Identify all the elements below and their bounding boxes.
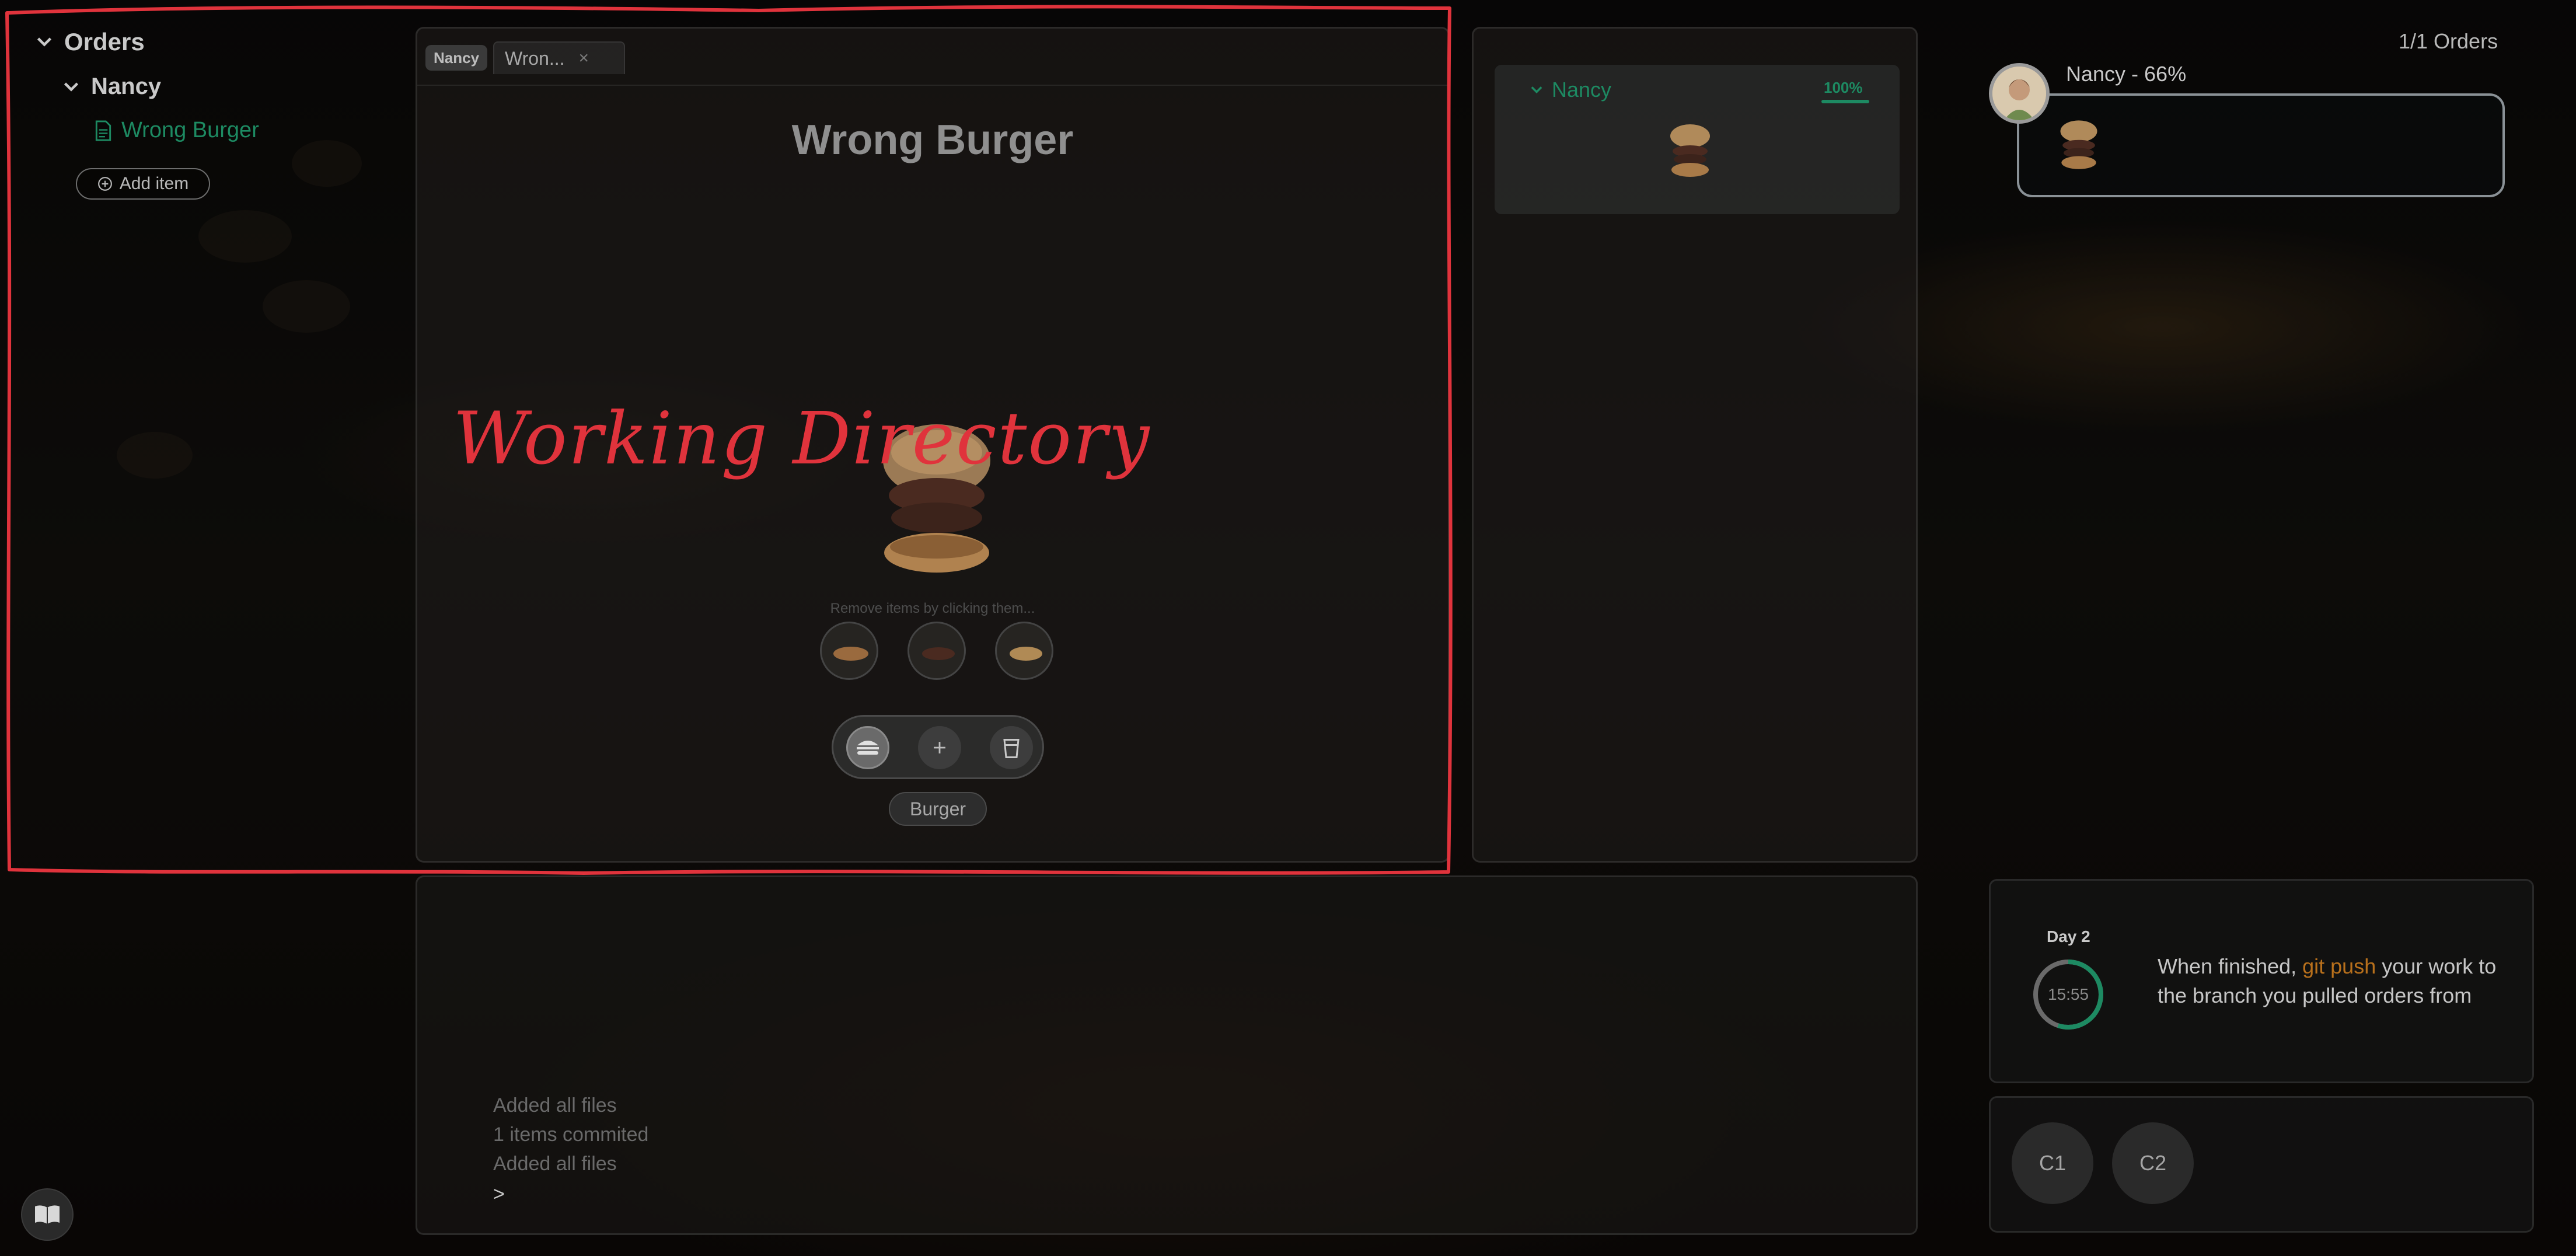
burger-thumbnail xyxy=(2060,120,2097,169)
customer-tag: Nancy xyxy=(425,45,488,71)
ingredient-button-bottom-bun[interactable] xyxy=(820,622,878,680)
category-label: Burger xyxy=(889,792,987,826)
instruction-text: When finished, git push your work to the… xyxy=(2158,952,2525,1010)
chevron-down-icon xyxy=(37,37,52,47)
bun-icon xyxy=(1010,647,1042,661)
commit-node[interactable]: C1 xyxy=(2012,1122,2093,1204)
file-icon xyxy=(95,120,111,141)
burger-category-button[interactable] xyxy=(846,726,889,769)
chevron-down-icon xyxy=(1531,86,1542,93)
tree-item-nancy[interactable]: Nancy xyxy=(61,74,161,100)
staged-progress-bar xyxy=(1821,100,1869,103)
chevron-down-icon xyxy=(64,82,79,92)
staged-customer-label: Nancy xyxy=(1552,78,1612,102)
orders-count: 1/1 Orders xyxy=(2399,29,2498,53)
timer: 15:55 xyxy=(2030,957,2106,1032)
terminal-line: 1 items commited xyxy=(493,1124,649,1146)
current-order-box xyxy=(2017,93,2505,197)
tree-item-wrong-burger[interactable]: Wrong Burger xyxy=(95,118,259,143)
tree-item-nancy-label: Nancy xyxy=(91,74,162,99)
book-button[interactable] xyxy=(21,1188,74,1241)
add-item-label: Add item xyxy=(119,174,189,193)
burger-icon xyxy=(857,741,879,755)
terminal-prompt[interactable]: > xyxy=(493,1183,505,1206)
order-tree-sidebar: Orders Nancy Wrong Burger Add item xyxy=(0,0,416,1256)
git-push-command: git push xyxy=(2302,954,2376,978)
add-ingredient-button[interactable] xyxy=(918,726,961,769)
tab-wrong-burger[interactable]: Wron... × xyxy=(493,41,625,74)
day-card: Day 2 15:55 When finished, git push your… xyxy=(1989,879,2534,1083)
annotation-label: Working Directory xyxy=(453,397,1151,481)
terminal-line: Added all files xyxy=(493,1153,617,1175)
commits-card: C1 C2 xyxy=(1989,1096,2534,1233)
terminal-line: Added all files xyxy=(493,1094,617,1117)
timer-value: 15:55 xyxy=(2047,985,2089,1003)
item-toolbar xyxy=(832,715,1044,779)
patty-icon xyxy=(922,647,955,660)
current-order-label: Nancy - 66% xyxy=(2066,62,2187,86)
plus-icon xyxy=(934,742,945,753)
hint-text: Remove items by clicking them... xyxy=(830,601,1035,616)
plus-circle-icon xyxy=(97,177,112,191)
editor-tab-bar: Nancy Wron... × xyxy=(417,29,1448,86)
staged-order-card[interactable]: Nancy 100% xyxy=(1495,65,1900,214)
terminal-panel: Added all files 1 items commited Added a… xyxy=(416,875,1918,1235)
avatar-image xyxy=(1992,67,2046,120)
day-label: Day 2 xyxy=(2047,927,2090,946)
commit-node[interactable]: C2 xyxy=(2112,1122,2194,1204)
cup-icon xyxy=(1003,739,1020,758)
tree-item-file-label: Wrong Burger xyxy=(121,118,259,142)
add-item-button[interactable]: Add item xyxy=(76,168,210,200)
staged-customer: Nancy xyxy=(1528,78,1611,102)
instruction-prefix: When finished, xyxy=(2158,954,2303,978)
burger-thumbnail xyxy=(1670,124,1710,177)
tab-label: Wron... xyxy=(505,47,565,69)
tree-item-orders-label: Orders xyxy=(64,28,145,55)
ingredient-button-top-bun[interactable] xyxy=(995,622,1053,680)
staging-area-panel: Nancy 100% xyxy=(1472,27,1918,863)
ingredient-button-patty[interactable] xyxy=(907,622,966,680)
drink-category-button[interactable] xyxy=(990,726,1033,769)
tree-item-orders[interactable]: Orders xyxy=(34,28,145,56)
bun-icon xyxy=(833,647,868,661)
customer-avatar xyxy=(1989,63,2050,124)
staged-percent: 100% xyxy=(1824,79,1863,96)
page-title: Wrong Burger xyxy=(791,117,1074,163)
close-icon[interactable]: × xyxy=(579,48,589,68)
book-icon xyxy=(35,1205,60,1224)
